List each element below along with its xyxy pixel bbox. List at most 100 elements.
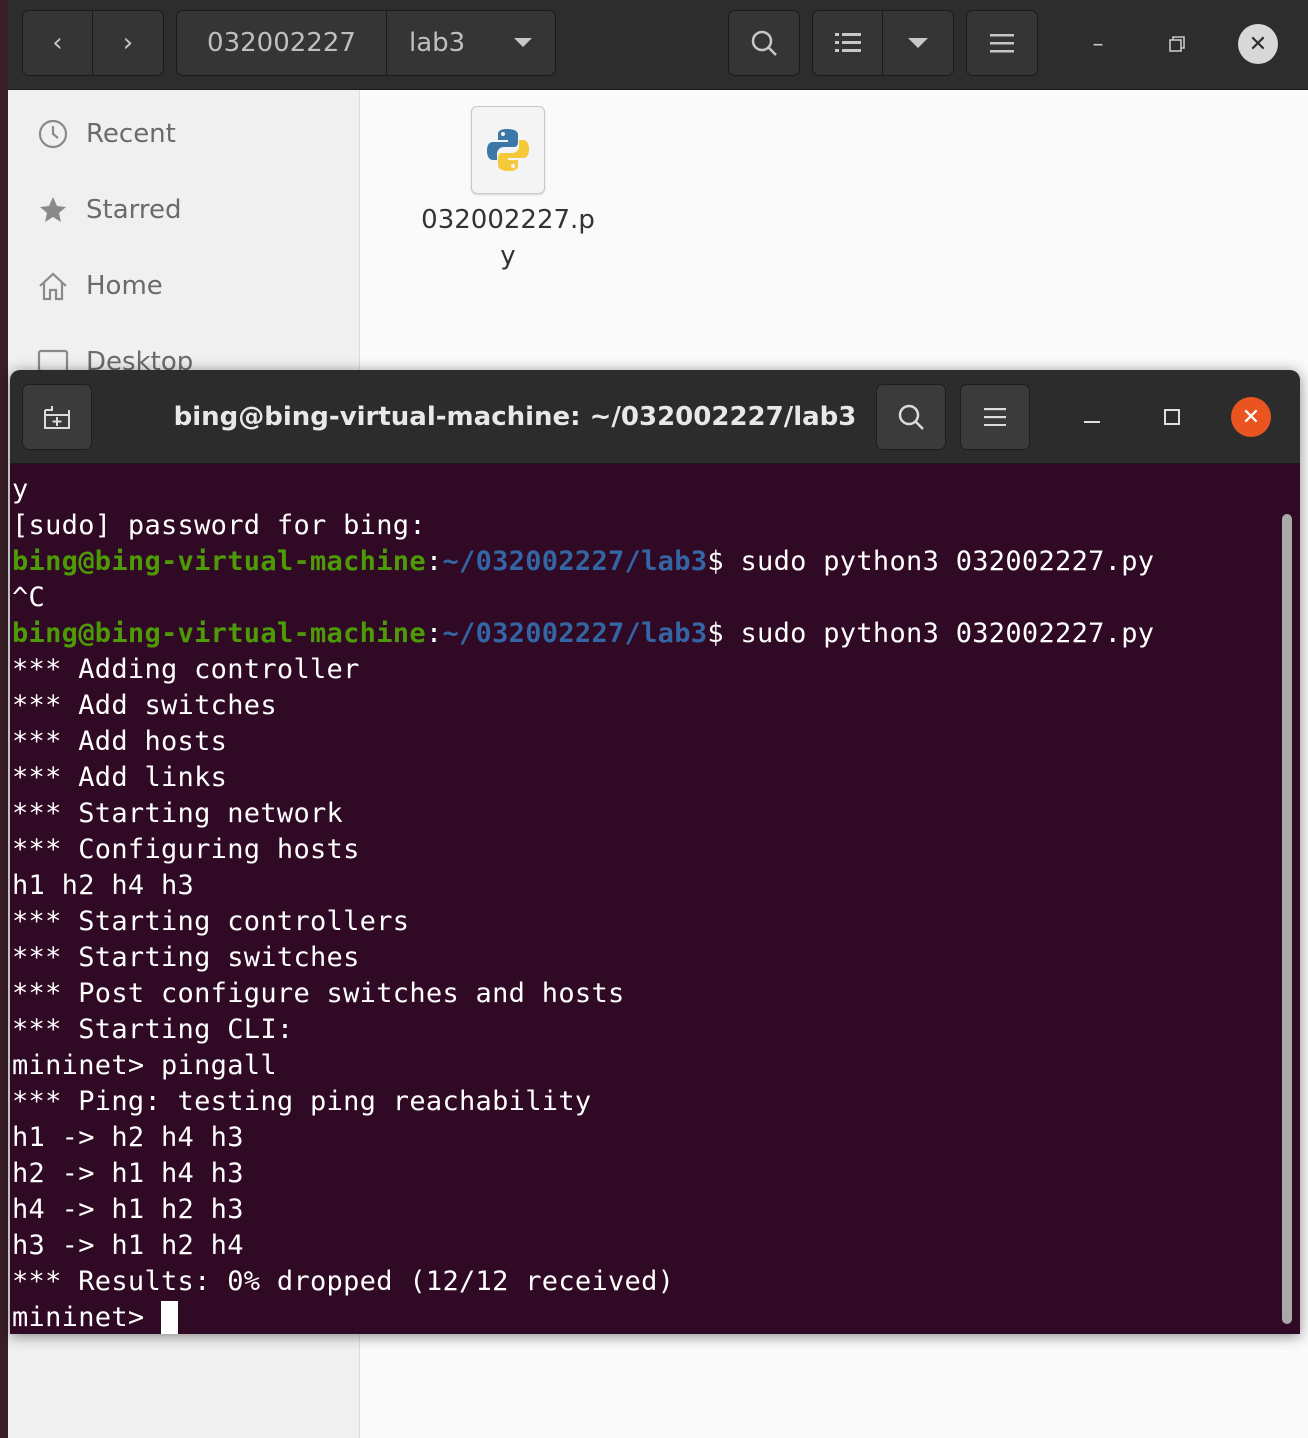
line-text: *** Adding controller xyxy=(12,654,360,685)
line-text: *** Starting CLI: xyxy=(12,1014,294,1045)
terminal-line: h4 -> h1 h2 h3 xyxy=(12,1192,244,1228)
minimize-icon xyxy=(1084,421,1100,423)
breadcrumb-item[interactable]: 032002227 xyxy=(177,11,387,75)
file-name[interactable]: 032002227.py xyxy=(421,202,595,274)
menu-button[interactable] xyxy=(966,10,1038,76)
terminal-close-button[interactable]: ✕ xyxy=(1231,397,1271,437)
line-text: *** Add switches xyxy=(12,690,277,721)
view-buttons xyxy=(812,10,954,76)
list-view-button[interactable] xyxy=(813,11,883,75)
close-icon: ✕ xyxy=(1248,31,1268,57)
terminal-output[interactable]: y [sudo] password for bing: bing@bing-virt… xyxy=(10,464,1300,1334)
terminal-line: ^C xyxy=(12,580,45,616)
terminal-line: y xyxy=(12,472,29,508)
home-icon xyxy=(39,272,67,301)
terminal-line: [sudo] password for bing: xyxy=(12,508,426,544)
prompt-user: bing@bing-virtual-machine xyxy=(12,546,426,577)
terminal-line: mininet> pingall xyxy=(12,1048,277,1084)
list-view-icon xyxy=(834,33,861,52)
sidebar-item-recent[interactable]: Recent xyxy=(36,114,176,154)
terminal-scrollbar[interactable] xyxy=(1282,514,1292,1324)
forward-button[interactable]: › xyxy=(93,11,163,75)
line-text: *** Results: 0% dropped (12/12 received) xyxy=(12,1266,675,1297)
line-text: mininet> pingall xyxy=(12,1050,277,1081)
breadcrumb: 032002227 lab3 xyxy=(176,10,556,76)
line-text: y xyxy=(12,474,29,505)
back-button[interactable]: ‹ xyxy=(23,11,93,75)
terminal-cursor xyxy=(161,1301,178,1334)
terminal-line: *** Ping: testing ping reachability xyxy=(12,1084,591,1120)
search-icon xyxy=(751,30,777,56)
terminal-line: *** Starting switches xyxy=(12,940,360,976)
line-text: *** Starting controllers xyxy=(12,906,410,937)
search-icon xyxy=(898,404,924,430)
minimize-icon: – xyxy=(1092,31,1104,57)
line-text: h1 -> h2 h4 h3 xyxy=(12,1122,244,1153)
terminal-line: *** Starting network xyxy=(12,796,343,832)
caret-down-icon xyxy=(908,38,928,48)
terminal-line: *** Starting CLI: xyxy=(12,1012,293,1048)
view-options-button[interactable] xyxy=(883,11,953,75)
sidebar-item-label: Starred xyxy=(86,195,182,225)
prompt-user: bing@bing-virtual-machine xyxy=(12,618,426,649)
file-item[interactable] xyxy=(471,106,545,194)
terminal-maximize-button[interactable] xyxy=(1152,397,1192,437)
prompt-path: ~/032002227/lab3 xyxy=(442,546,708,577)
terminal-command-line: bing@bing-virtual-machine:~/032002227/la… xyxy=(12,544,1154,580)
chevron-left-icon: ‹ xyxy=(52,28,63,58)
terminal-line: *** Configuring hosts xyxy=(12,832,360,868)
restore-icon xyxy=(1169,36,1185,52)
maximize-icon xyxy=(1164,409,1180,425)
terminal-menu-button[interactable] xyxy=(960,384,1030,450)
star-icon xyxy=(40,197,66,222)
new-tab-button[interactable] xyxy=(22,384,92,450)
nav-buttons: ‹ › xyxy=(22,10,164,76)
command-text: sudo python3 032002227.py xyxy=(740,618,1155,649)
hamburger-icon xyxy=(990,34,1014,53)
line-text: *** Ping: testing ping reachability xyxy=(12,1086,592,1117)
line-text: *** Starting network xyxy=(12,798,344,829)
prompt-dollar: $ xyxy=(707,618,741,649)
line-text: h1 h2 h4 h3 xyxy=(12,870,195,901)
terminal-line: h2 -> h1 h4 h3 xyxy=(12,1156,244,1192)
terminal-line: *** Results: 0% dropped (12/12 received) xyxy=(12,1264,674,1300)
sidebar-item-starred[interactable]: Starred xyxy=(36,190,181,230)
line-text: *** Add links xyxy=(12,762,228,793)
clock-icon xyxy=(38,119,68,149)
terminal-line: h1 h2 h4 h3 xyxy=(12,868,194,904)
line-text: *** Add hosts xyxy=(12,726,228,757)
files-headerbar: ‹ › 032002227 lab3 – ✕ xyxy=(8,0,1308,90)
line-text: *** Configuring hosts xyxy=(12,834,360,865)
minimize-button[interactable]: – xyxy=(1080,26,1116,62)
sidebar-item-home[interactable]: Home xyxy=(36,266,163,306)
terminal-headerbar: bing@bing-virtual-machine: ~/032002227/l… xyxy=(10,370,1300,464)
restore-button[interactable] xyxy=(1159,26,1195,62)
line-text: h3 -> h1 h2 h4 xyxy=(12,1230,244,1261)
breadcrumb-label: lab3 xyxy=(409,28,466,58)
prompt-dollar: $ xyxy=(707,546,741,577)
line-text: *** Post configure switches and hosts xyxy=(12,978,625,1009)
line-text: *** Starting switches xyxy=(12,942,360,973)
command-text: sudo python3 032002227.py xyxy=(740,546,1155,577)
search-button[interactable] xyxy=(728,10,800,76)
breadcrumb-item-current[interactable]: lab3 xyxy=(387,11,555,75)
close-button[interactable]: ✕ xyxy=(1238,24,1278,64)
terminal-line: *** Add switches xyxy=(12,688,277,724)
chevron-right-icon: › xyxy=(122,28,134,58)
line-text: [sudo] password for bing: xyxy=(12,510,426,541)
terminal-line: *** Add hosts xyxy=(12,724,227,760)
terminal-line: mininet> xyxy=(12,1300,178,1334)
terminal-minimize-button[interactable] xyxy=(1072,397,1112,437)
terminal-line: h3 -> h1 h2 h4 xyxy=(12,1228,244,1264)
caret-down-icon xyxy=(514,38,532,47)
line-text: ^C xyxy=(12,582,46,613)
terminal-command-line: bing@bing-virtual-machine:~/032002227/la… xyxy=(12,616,1154,652)
terminal-line: *** Add links xyxy=(12,760,227,796)
terminal-window: bing@bing-virtual-machine: ~/032002227/l… xyxy=(10,370,1300,1334)
close-icon: ✕ xyxy=(1241,404,1261,430)
sidebar-item-label: Recent xyxy=(86,119,176,149)
terminal-search-button[interactable] xyxy=(876,384,946,450)
python-file-icon xyxy=(487,129,529,171)
terminal-line: *** Starting controllers xyxy=(12,904,409,940)
prompt-path: ~/032002227/lab3 xyxy=(442,618,708,649)
